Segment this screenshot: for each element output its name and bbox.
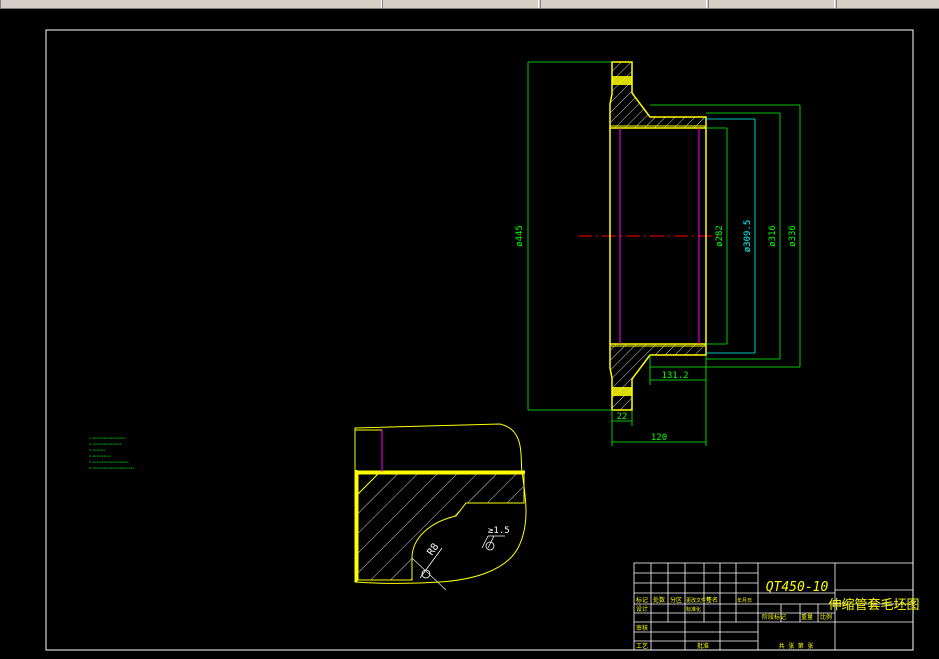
tb-label-count: 处数 bbox=[653, 596, 665, 604]
flange-section-top bbox=[609, 61, 707, 129]
note-line: 4.xxxxxxxxxx bbox=[89, 454, 111, 458]
detail-slope-label: ≥1.5 bbox=[488, 526, 510, 536]
dim-outer-dia: ø445 bbox=[515, 225, 525, 247]
dim-120: 120 bbox=[651, 433, 667, 443]
dim-d3095: ø309.5 bbox=[743, 220, 753, 253]
note-line: 2.xxxxxxxxxxxxxxxx bbox=[89, 442, 122, 446]
tb-label-approve: 批准 bbox=[697, 642, 709, 650]
dim-d336: ø336 bbox=[788, 225, 798, 247]
dim-22: 22 bbox=[617, 412, 628, 422]
cad-canvas[interactable]: ø445 ø282 ø309.5 ø316 ø336 131.2 22 120 bbox=[0, 9, 939, 659]
note-line: 6.xxxxxxxxxxxxxxxxxxxxxxx bbox=[89, 466, 134, 470]
tb-label-sheets: 共 张 第 张 bbox=[779, 642, 814, 650]
tb-label-weight: 重量 bbox=[801, 613, 813, 621]
taskbar-item[interactable] bbox=[382, 0, 539, 8]
tb-label-scale: 比例 bbox=[820, 613, 832, 621]
note-line: 5.xxxxxxxxxxxxxxxxxxxx bbox=[89, 460, 129, 464]
title-part-name: 伸缩管套毛坯图 bbox=[828, 597, 919, 613]
taskbar-item[interactable] bbox=[540, 0, 707, 8]
note-line: 1.xxxxxxxxxxxxxxxxxx bbox=[89, 436, 125, 440]
tb-label-standardize: 标准化 bbox=[686, 606, 701, 613]
tb-label-design: 设计 bbox=[636, 605, 648, 613]
technical-notes: 1.xxxxxxxxxxxxxxxxxx 2.xxxxxxxxxxxxxxxx … bbox=[89, 436, 134, 470]
bolt-hole-top bbox=[612, 76, 632, 85]
tb-label-date: 年月日 bbox=[737, 597, 752, 604]
dim-1312: 131.2 bbox=[661, 371, 688, 381]
bolt-hole-bottom bbox=[612, 387, 632, 396]
tb-label-review: 审核 bbox=[636, 624, 648, 632]
dim-d282: ø282 bbox=[715, 225, 725, 247]
title-block-text: QT450-10 伸缩管套毛坯图 标记 处数 分区 更改文件号 签名 年月日 设… bbox=[636, 580, 920, 650]
detail-view: R8 ≥1.5 bbox=[354, 423, 527, 591]
tb-label-process: 工艺 bbox=[636, 642, 648, 650]
taskbar-item[interactable] bbox=[0, 0, 382, 8]
drawing-frame bbox=[45, 29, 914, 651]
taskbar bbox=[0, 0, 939, 9]
dim-d316: ø316 bbox=[768, 225, 778, 247]
flange-section-bottom bbox=[609, 343, 707, 411]
title-material: QT450-10 bbox=[766, 580, 829, 595]
tb-label-mark: 标记 bbox=[636, 596, 648, 604]
tb-label-zone: 分区 bbox=[670, 596, 682, 604]
main-section-view: ø445 ø282 ø309.5 ø316 ø336 131.2 22 120 bbox=[515, 61, 801, 446]
note-line: 3.xxxxxxx bbox=[89, 448, 105, 452]
detail-radius-label: R8 bbox=[425, 542, 441, 558]
tb-label-stage: 阶段标记 bbox=[762, 613, 786, 621]
taskbar-item[interactable] bbox=[708, 0, 835, 8]
taskbar-item[interactable] bbox=[836, 0, 939, 8]
tb-label-signature: 签名 bbox=[706, 596, 718, 604]
